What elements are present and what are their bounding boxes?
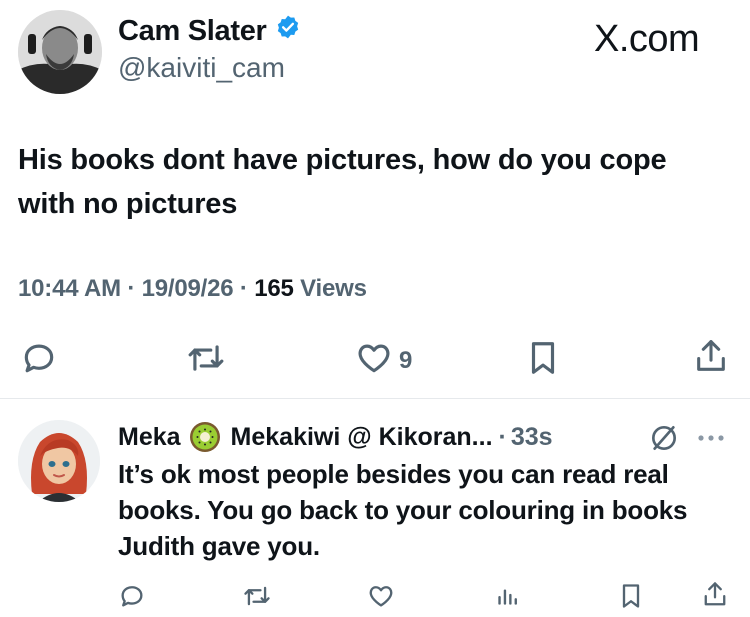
share-icon[interactable] [701,580,729,615]
reply-time[interactable]: 33s [511,423,553,452]
retweet-icon[interactable] [242,582,272,615]
reply-text: It’s ok most people besides you can read… [118,459,688,561]
author-name-row[interactable]: Cam Slater [118,14,301,48]
tweet-text: His books dont have pictures, how do you… [18,144,667,220]
views-label: Views [300,275,367,302]
no-entry-icon [648,422,680,459]
divider [0,398,750,399]
retweet-icon[interactable] [185,339,227,382]
bookmark-icon[interactable] [525,339,561,382]
author-name[interactable]: Cam Slater [118,15,267,48]
views-count: 165 [254,275,294,302]
reply-author-display[interactable]: Mekakiwi @ Kikoran... [231,423,493,452]
reply-header: Meka Mekakiwi @ Kikoran... · 33s [118,421,553,453]
tweet-date[interactable]: 19/09/26 [142,275,234,302]
reply-author-name[interactable]: Meka [118,423,181,452]
reply-separator: · [498,422,507,451]
share-icon[interactable] [692,337,730,382]
author-avatar[interactable] [18,10,102,94]
like-count: 9 [399,346,413,374]
tweet-meta: 10:44 AM · 19/09/26 · 165 Views [18,275,367,302]
bookmark-icon[interactable] [618,582,644,615]
verified-badge-icon [275,14,301,48]
author-handle[interactable]: @kaiviti_cam [118,52,285,84]
more-icon[interactable] [696,428,730,453]
kiwi-emoji-icon [189,421,221,453]
x-brand-logo: X.com [594,18,700,60]
reply-icon[interactable] [20,339,58,382]
reply-author-avatar[interactable] [18,420,100,502]
reply-icon[interactable] [118,582,146,615]
tweet-time[interactable]: 10:44 AM [18,275,121,302]
like-icon[interactable] [367,582,395,615]
analytics-icon[interactable] [494,582,520,615]
like-button[interactable]: 9 [355,339,412,382]
like-icon[interactable] [355,339,393,382]
